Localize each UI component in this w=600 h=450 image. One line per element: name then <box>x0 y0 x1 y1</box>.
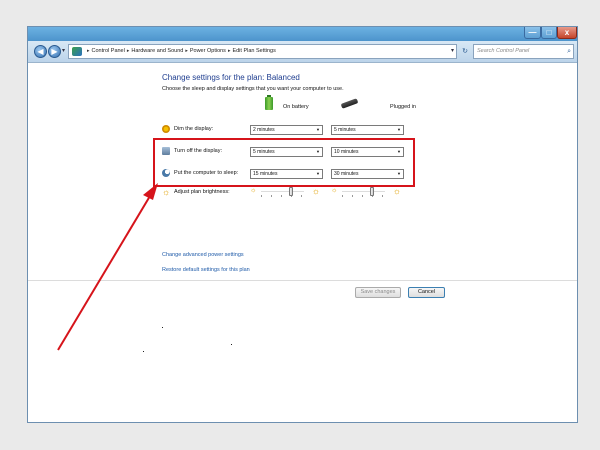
restore-defaults-link[interactable]: Restore default settings for this plan <box>162 267 250 273</box>
annotation-highlight-box <box>153 138 415 187</box>
maximize-button[interactable]: □ <box>541 27 557 39</box>
cancel-button[interactable]: Cancel <box>408 287 445 298</box>
plan-settings-panel: Change settings for the plan: Balanced C… <box>28 64 577 422</box>
slider-ticks <box>342 195 385 197</box>
chevron-down-icon: ▼ <box>316 127 320 132</box>
search-icon[interactable]: ⌕ <box>567 45 571 58</box>
search-input[interactable]: Search Control Panel ⌕ <box>473 44 574 59</box>
control-panel-window: — □ x ◀ ▶ ▾ ▸ Control Panel ▸ Hardware and … <box>27 26 578 423</box>
back-button[interactable]: ◀ <box>34 45 47 58</box>
power-plug-icon <box>340 98 359 109</box>
slider-track[interactable] <box>342 191 385 192</box>
brightness-battery-slider[interactable]: ☼ ☼ <box>250 186 320 197</box>
brightness-sun-icon: ☼ <box>162 187 171 197</box>
speck <box>143 351 144 352</box>
save-changes-button[interactable]: Save changes <box>355 287 401 298</box>
title-bar: — □ x <box>28 27 577 41</box>
forward-button[interactable]: ▶ <box>48 45 61 58</box>
brightness-plugged-slider[interactable]: ☼ ☼ <box>331 186 401 197</box>
speck <box>162 327 163 328</box>
close-button[interactable]: x <box>557 27 577 39</box>
page-title: Change settings for the plan: Balanced <box>162 73 300 82</box>
brightness-high-icon: ☼ <box>392 186 401 196</box>
battery-icon <box>265 95 273 110</box>
address-field[interactable]: ▸ Control Panel ▸ Hardware and Sound ▸ Power … <box>68 44 457 59</box>
dim-display-plugged-select[interactable]: 5 minutes ▼ <box>331 125 404 135</box>
brightness-low-icon: ☼ <box>331 187 338 194</box>
breadcrumb-power-options[interactable]: Power Options <box>190 48 226 54</box>
brightness-high-icon: ☼ <box>311 186 320 196</box>
dim-display-battery-select[interactable]: 2 minutes ▼ <box>250 125 323 135</box>
minimize-button[interactable]: — <box>524 27 541 39</box>
dim-display-icon <box>162 125 170 133</box>
search-placeholder: Search Control Panel <box>477 48 530 54</box>
dim-display-battery-value: 2 minutes <box>253 127 275 133</box>
brightness-low-icon: ☼ <box>250 187 257 194</box>
divider <box>28 280 577 281</box>
breadcrumb-edit-plan-settings[interactable]: Edit Plan Settings <box>232 48 275 54</box>
advanced-power-settings-link[interactable]: Change advanced power settings <box>162 252 244 258</box>
speck <box>231 344 232 345</box>
recent-pages-dropdown[interactable]: ▾ <box>62 47 65 54</box>
slider-track[interactable] <box>261 191 304 192</box>
breadcrumb-hardware-and-sound[interactable]: Hardware and Sound <box>131 48 183 54</box>
slider-thumb[interactable] <box>289 187 294 196</box>
refresh-button[interactable]: ↻ <box>459 45 471 58</box>
breadcrumb: ▸ Control Panel ▸ Hardware and Sound ▸ Power … <box>85 45 276 58</box>
page-description: Choose the sleep and display settings th… <box>162 86 344 92</box>
brightness-label: Adjust plan brightness: <box>174 189 230 195</box>
slider-ticks <box>261 195 304 197</box>
column-header-on-battery: On battery <box>283 104 309 110</box>
address-history-dropdown[interactable]: ▾ <box>451 45 454 58</box>
chevron-down-icon: ▼ <box>397 127 401 132</box>
dim-display-label: Dim the display: <box>174 126 214 132</box>
breadcrumb-control-panel[interactable]: Control Panel <box>92 48 125 54</box>
dim-display-plugged-value: 5 minutes <box>334 127 356 133</box>
control-panel-icon <box>72 47 82 56</box>
address-toolbar: ◀ ▶ ▾ ▸ Control Panel ▸ Hardware and Sound ▸… <box>28 41 577 63</box>
column-header-plugged-in: Plugged in <box>390 104 416 110</box>
slider-thumb[interactable] <box>370 187 375 196</box>
